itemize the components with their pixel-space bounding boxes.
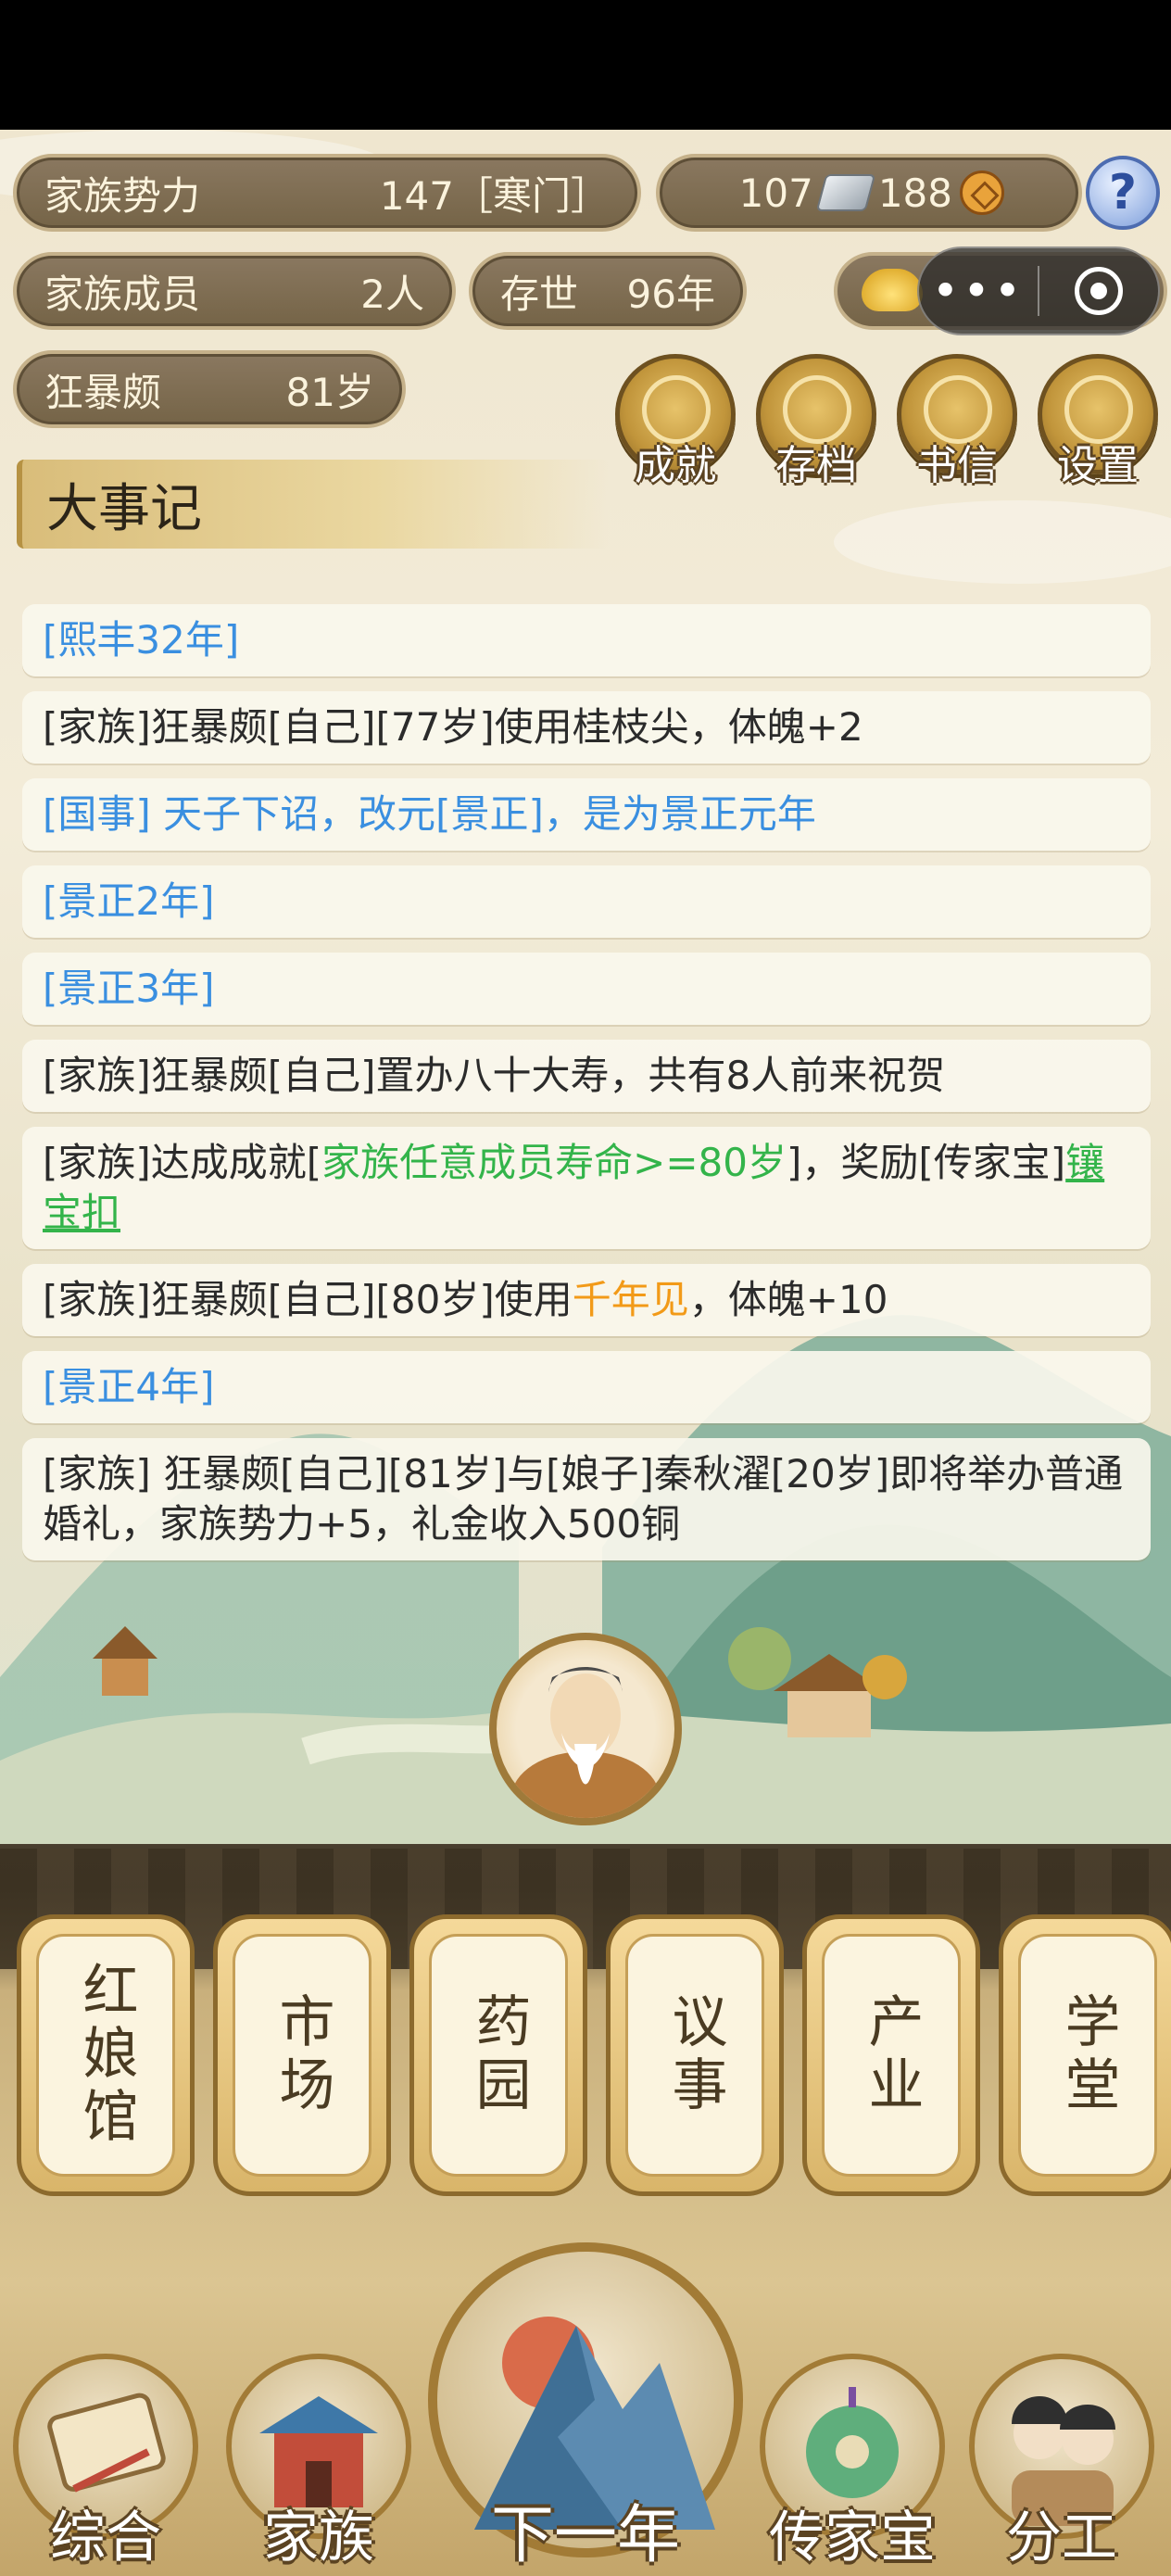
building-school[interactable]: 学堂 <box>999 1914 1171 2196</box>
letter-label: 书信 <box>916 442 998 489</box>
family-power-value: 147［寒门］ <box>379 172 610 219</box>
log-year-entry: [景正2年] <box>22 865 1151 938</box>
building-label: 红娘馆 <box>73 1961 138 2150</box>
character-pill[interactable]: 狂暴颇 81岁 <box>13 350 406 428</box>
building-council[interactable]: 议事 <box>606 1914 784 2196</box>
log-year-entry: [熙丰32年] <box>22 604 1151 676</box>
item-name: 千年见 <box>572 1277 689 1322</box>
existence-years-pill[interactable]: 存世 96年 <box>469 252 747 330</box>
close-miniprogram-button[interactable] <box>1039 267 1158 315</box>
building-label: 市场 <box>270 1992 334 2118</box>
save-label: 存档 <box>775 442 857 489</box>
chronicle-title: 大事记 <box>46 479 202 539</box>
building-herb-garden[interactable]: 药园 <box>409 1914 587 2196</box>
copper-value: 188 <box>877 170 952 216</box>
log-year-entry: [景正3年] <box>22 953 1151 1025</box>
elder-avatar[interactable] <box>489 1633 682 1825</box>
achievement-label: 成就 <box>635 442 716 489</box>
family-members-label: 家族成员 <box>44 271 201 317</box>
building-label: 学堂 <box>1055 1992 1120 2118</box>
settings-label: 设置 <box>1057 442 1139 489</box>
building-label: 议事 <box>662 1992 727 2118</box>
building-matchmaker[interactable]: 红娘馆 <box>17 1914 195 2196</box>
silver-value: 107 <box>738 170 813 216</box>
help-button[interactable]: ? <box>1086 156 1160 230</box>
log-year-entry: [景正4年] <box>22 1351 1151 1423</box>
building-market[interactable]: 市场 <box>213 1914 391 2196</box>
silver-icon <box>815 174 876 211</box>
family-power-label: 家族势力 <box>44 172 201 219</box>
existence-label: 存世 <box>500 271 579 317</box>
target-circle-icon <box>1074 267 1123 315</box>
copper-coin-icon <box>960 170 1004 215</box>
next-year-label: 下一年 <box>490 2499 680 2572</box>
building-industry[interactable]: 产业 <box>802 1914 980 2196</box>
existence-value: 96年 <box>626 271 715 317</box>
building-label: 产业 <box>859 1992 924 2118</box>
more-options-icon[interactable]: ••• <box>919 268 1038 314</box>
gold-ingot-icon <box>862 269 923 311</box>
building-label: 药园 <box>466 1992 531 2118</box>
log-state-entry: [国事] 天子下诏，改元[景正]，是为景正元年 <box>22 778 1151 851</box>
family-power-pill[interactable]: 家族势力 147［寒门］ <box>13 154 641 232</box>
achievement-condition: 家族任意成员寿命>=80岁 <box>321 1140 787 1185</box>
log-achievement-entry: [家族]达成成就[家族任意成员寿命>=80岁]，奖励[传家宝]镶宝扣 <box>22 1127 1151 1249</box>
log-event-entry: [家族] 狂暴颇[自己][81岁]与[娘子]秦秋濯[20岁]即将举办普通婚礼，家… <box>22 1438 1151 1560</box>
character-name: 狂暴颇 <box>44 369 162 415</box>
currency-pill[interactable]: 107 188 <box>656 154 1082 232</box>
nav-family-label: 家族 <box>263 2506 374 2570</box>
family-members-pill[interactable]: 家族成员 2人 <box>13 252 456 330</box>
log-item-entry: [家族]狂暴颇[自己][80岁]使用千年见，体魄+10 <box>22 1264 1151 1336</box>
log-event-entry: [家族]狂暴颇[自己]置办八十大寿，共有8人前来祝贺 <box>22 1040 1151 1112</box>
nav-heirloom-label: 传家宝 <box>769 2506 936 2570</box>
character-age: 81岁 <box>285 369 374 415</box>
nav-division-label: 分工 <box>1006 2506 1117 2570</box>
log-event-entry: [家族]狂暴颇[自己][77岁]使用桂枝尖，体魄+2 <box>22 691 1151 764</box>
status-bar <box>0 0 1171 130</box>
miniprogram-capsule[interactable]: ••• <box>917 246 1160 335</box>
elder-portrait-icon <box>511 1667 660 1818</box>
nav-general-label: 综合 <box>50 2506 161 2570</box>
family-members-value: 2人 <box>360 271 424 317</box>
